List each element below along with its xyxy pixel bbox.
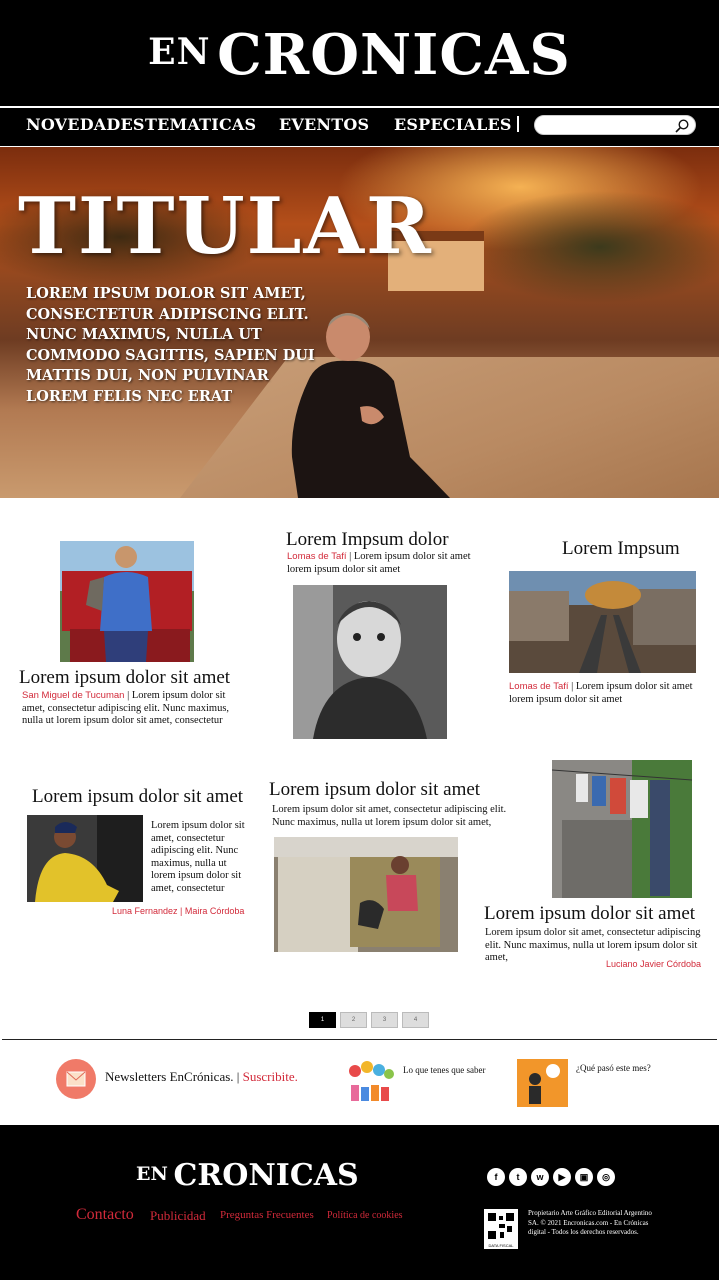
- card1-summary: San Miguel de Tucuman | Lorem ipsum dolo…: [22, 690, 240, 728]
- instagram-icon[interactable]: ◎: [597, 1168, 615, 1186]
- what-to-know-label[interactable]: Lo que tenes que saber: [403, 1065, 485, 1075]
- nav-especiales[interactable]: ESPECIALES: [394, 115, 512, 134]
- card2-title[interactable]: Lorem Impsum dolor: [286, 529, 449, 551]
- twitter-icon[interactable]: t: [509, 1168, 527, 1186]
- hero-title[interactable]: TITULAR: [18, 181, 433, 272]
- qr-label: DATA FISCAL: [488, 1243, 514, 1248]
- footer-link-cookies[interactable]: Política de cookies: [327, 1210, 403, 1221]
- search-input[interactable]: [543, 118, 673, 133]
- card2-summary: Lomas de Tafí | Lorem ipsum dolor sit am…: [287, 551, 477, 576]
- page-2-button[interactable]: 2: [340, 1012, 367, 1028]
- page-3-button[interactable]: 3: [371, 1012, 398, 1028]
- section-divider: [2, 1039, 717, 1040]
- footer-logo[interactable]: EN CRONICAS: [136, 1158, 359, 1193]
- card5-title[interactable]: Lorem ipsum dolor sit amet: [269, 779, 480, 801]
- card4-body: Lorem ipsum dolor sit amet, consectetur …: [151, 820, 245, 894]
- card4-title[interactable]: Lorem ipsum dolor sit amet: [32, 786, 243, 808]
- newsletter-icon[interactable]: [56, 1059, 96, 1099]
- envelope-icon: [66, 1071, 86, 1087]
- page-1-button[interactable]: 1: [309, 1012, 336, 1028]
- card3-title[interactable]: Lorem Impsum: [562, 538, 680, 560]
- card1-separator: |: [124, 690, 132, 701]
- card3-location[interactable]: Lomas de Tafí: [509, 681, 569, 692]
- what-happened-label[interactable]: ¿Qué pasó este mes?: [576, 1063, 651, 1073]
- card4-photo[interactable]: [27, 815, 143, 902]
- card6-title[interactable]: Lorem ipsum dolor sit amet: [484, 903, 695, 925]
- card2-separator: |: [346, 551, 354, 562]
- whatsapp-icon[interactable]: w: [531, 1168, 549, 1186]
- page-4-button[interactable]: 4: [402, 1012, 429, 1028]
- site-footer: EN CRONICAS Contacto Publicidad Pregunta…: [0, 1125, 719, 1280]
- hero-lead: LOREM IPSUM DOLOR SIT AMET, CONSECTETUR …: [26, 285, 315, 405]
- card2-photo[interactable]: [293, 585, 447, 739]
- card5-photo[interactable]: [274, 837, 458, 952]
- monthly-recap-icon[interactable]: [517, 1059, 568, 1107]
- card4-credit[interactable]: Luna Fernandez | Maira Córdoba: [112, 906, 244, 916]
- newsletter-signup: Newsletters EnCrónicas. | Suscribite.: [105, 1069, 298, 1085]
- card6-credit[interactable]: Luciano Javier Córdoba: [606, 959, 701, 969]
- logo-cronicas: CRONICAS: [217, 22, 571, 88]
- search-box[interactable]: [534, 115, 696, 135]
- site-logo[interactable]: EN CRONICAS: [0, 22, 719, 88]
- card3-separator: |: [568, 681, 576, 692]
- card3-photo[interactable]: [509, 571, 696, 673]
- nav-eventos[interactable]: EVENTOS: [279, 115, 369, 134]
- footer-logo-en: EN: [136, 1163, 168, 1185]
- card1-photo[interactable]: [60, 541, 194, 662]
- logo-en: EN: [148, 31, 211, 73]
- card1-title[interactable]: Lorem ipsum dolor sit amet: [19, 667, 230, 689]
- facebook-icon[interactable]: f: [487, 1168, 505, 1186]
- hero-banner[interactable]: TITULAR LOREM IPSUM DOLOR SIT AMET, CONS…: [0, 147, 719, 498]
- card1-location[interactable]: San Miguel de Tucuman: [22, 690, 124, 701]
- search-icon[interactable]: [674, 118, 690, 134]
- card5-body: Lorem ipsum dolor sit amet, consectetur …: [272, 804, 507, 828]
- youtube-icon[interactable]: ▶: [553, 1168, 571, 1186]
- data-fiscal-qr[interactable]: DATA FISCAL: [484, 1209, 518, 1249]
- nav-tematicas[interactable]: TEMATICAS: [145, 115, 256, 134]
- footer-link-faq[interactable]: Preguntas Frecuentes: [220, 1209, 314, 1221]
- card6-photo[interactable]: [552, 760, 692, 898]
- footer-link-publicidad[interactable]: Publicidad: [150, 1208, 206, 1224]
- newsletter-label: Newsletters EnCrónicas. |: [105, 1069, 243, 1084]
- footer-logo-cronicas: CRONICAS: [173, 1158, 359, 1193]
- header-bar: EN CRONICAS: [0, 0, 719, 106]
- nav-divider: [517, 116, 519, 132]
- subscribe-link[interactable]: Suscribite.: [243, 1069, 298, 1084]
- nav-novedades[interactable]: NOVEDADES: [26, 115, 145, 134]
- footer-legal: Propietario Arte Gráfico Editorial Argen…: [528, 1209, 652, 1236]
- balloons-icon[interactable]: [347, 1061, 395, 1103]
- card3-summary: Lomas de Tafí | Lorem ipsum dolor sit am…: [509, 681, 705, 706]
- youtube-alt-icon[interactable]: ▣: [575, 1168, 593, 1186]
- footer-link-contacto[interactable]: Contacto: [76, 1206, 134, 1224]
- main-nav: NOVEDADES TEMATICAS EVENTOS ESPECIALES: [0, 108, 719, 146]
- card2-location[interactable]: Lomas de Tafí: [287, 551, 347, 562]
- qr-code-icon: [488, 1213, 514, 1239]
